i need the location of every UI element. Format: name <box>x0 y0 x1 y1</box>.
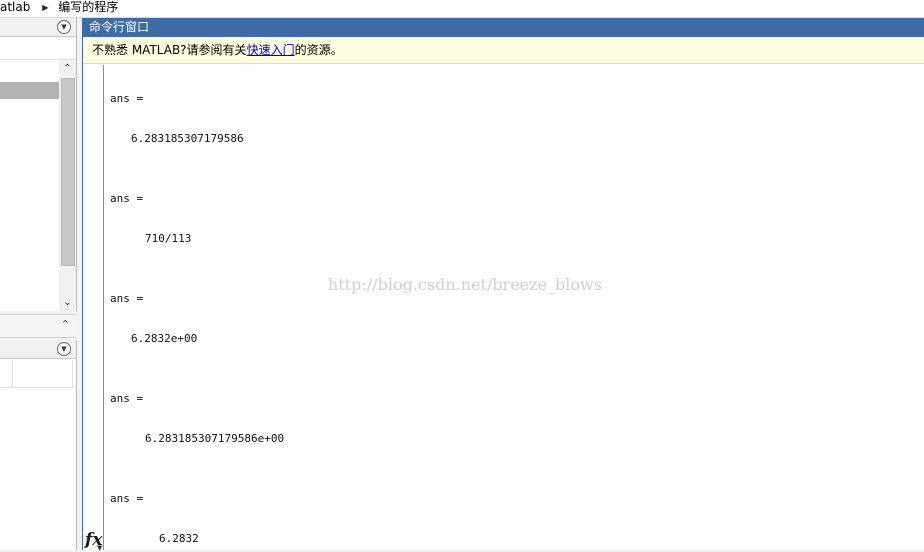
triangle-right-icon: ▶ <box>42 3 49 12</box>
getting-started-banner: 不熟悉 MATLAB?请参阅有关快速入门的资源。 <box>83 37 924 64</box>
scrollbar-thumb[interactable] <box>61 78 75 266</box>
output-value: 6.2832 <box>159 532 199 545</box>
fx-icon[interactable]: fx ▼ <box>85 530 102 552</box>
vertical-scrollbar[interactable]: ⌃ ⌄ <box>59 60 76 311</box>
output-label: ans = <box>110 92 144 105</box>
circle-down-icon[interactable]: ▼ <box>57 20 71 34</box>
output-value: 6.283185307179586e+00 <box>145 432 285 445</box>
circle-down-icon[interactable]: ▼ <box>57 342 71 356</box>
output-label: ans = <box>110 392 144 405</box>
chevron-down-icon[interactable]: ⌄ <box>59 296 76 310</box>
workspace-header: ▼ <box>0 340 76 359</box>
output-value: 710/113 <box>145 232 192 245</box>
folder-address-strip <box>0 37 76 60</box>
workspace-column-headers <box>0 360 76 388</box>
current-folder-header: ▼ <box>0 18 76 37</box>
file-list[interactable] <box>0 60 59 311</box>
details-collapse-bar[interactable]: ⌃ <box>0 314 76 338</box>
output-label: ans = <box>110 292 144 305</box>
output-value: 6.283185307179586 <box>131 132 244 145</box>
current-folder-panel: ▼ ⌃ ⌄ <box>0 18 77 311</box>
command-gutter: fx ▼ <box>83 65 104 552</box>
quick-start-link[interactable]: 快速入门 <box>247 43 295 57</box>
command-window-title: 命令行窗口 <box>83 18 924 37</box>
output-label: ans = <box>110 492 144 505</box>
breadcrumb-item-folder[interactable]: 编写的程序 <box>58 0 118 15</box>
workspace-panel: ▼ <box>0 340 77 550</box>
workspace-column-name[interactable] <box>0 360 13 387</box>
command-output[interactable]: ans = 6.283185307179586 ans = 710/113 an… <box>104 65 924 550</box>
banner-text-suffix: 的资源。 <box>294 43 343 57</box>
workspace-column-value[interactable] <box>13 360 73 387</box>
breadcrumb-item-matlab[interactable]: atlab <box>0 0 30 15</box>
selected-file-row[interactable] <box>0 82 59 99</box>
banner-text-prefix: 不熟悉 MATLAB?请参阅有关 <box>92 43 247 57</box>
output-value: 6.2832e+00 <box>131 332 198 345</box>
output-label: ans = <box>110 192 144 205</box>
chevron-up-icon[interactable]: ⌃ <box>61 318 70 331</box>
chevron-up-icon[interactable]: ⌃ <box>59 62 76 76</box>
command-window: 命令行窗口 不熟悉 MATLAB?请参阅有关快速入门的资源。 fx ▼ ans =… <box>82 18 924 552</box>
address-breadcrumb: atlab ▶ 编写的程序 <box>0 0 924 18</box>
blog-watermark: http://blog.csdn.net/breeze_blows <box>328 275 602 294</box>
